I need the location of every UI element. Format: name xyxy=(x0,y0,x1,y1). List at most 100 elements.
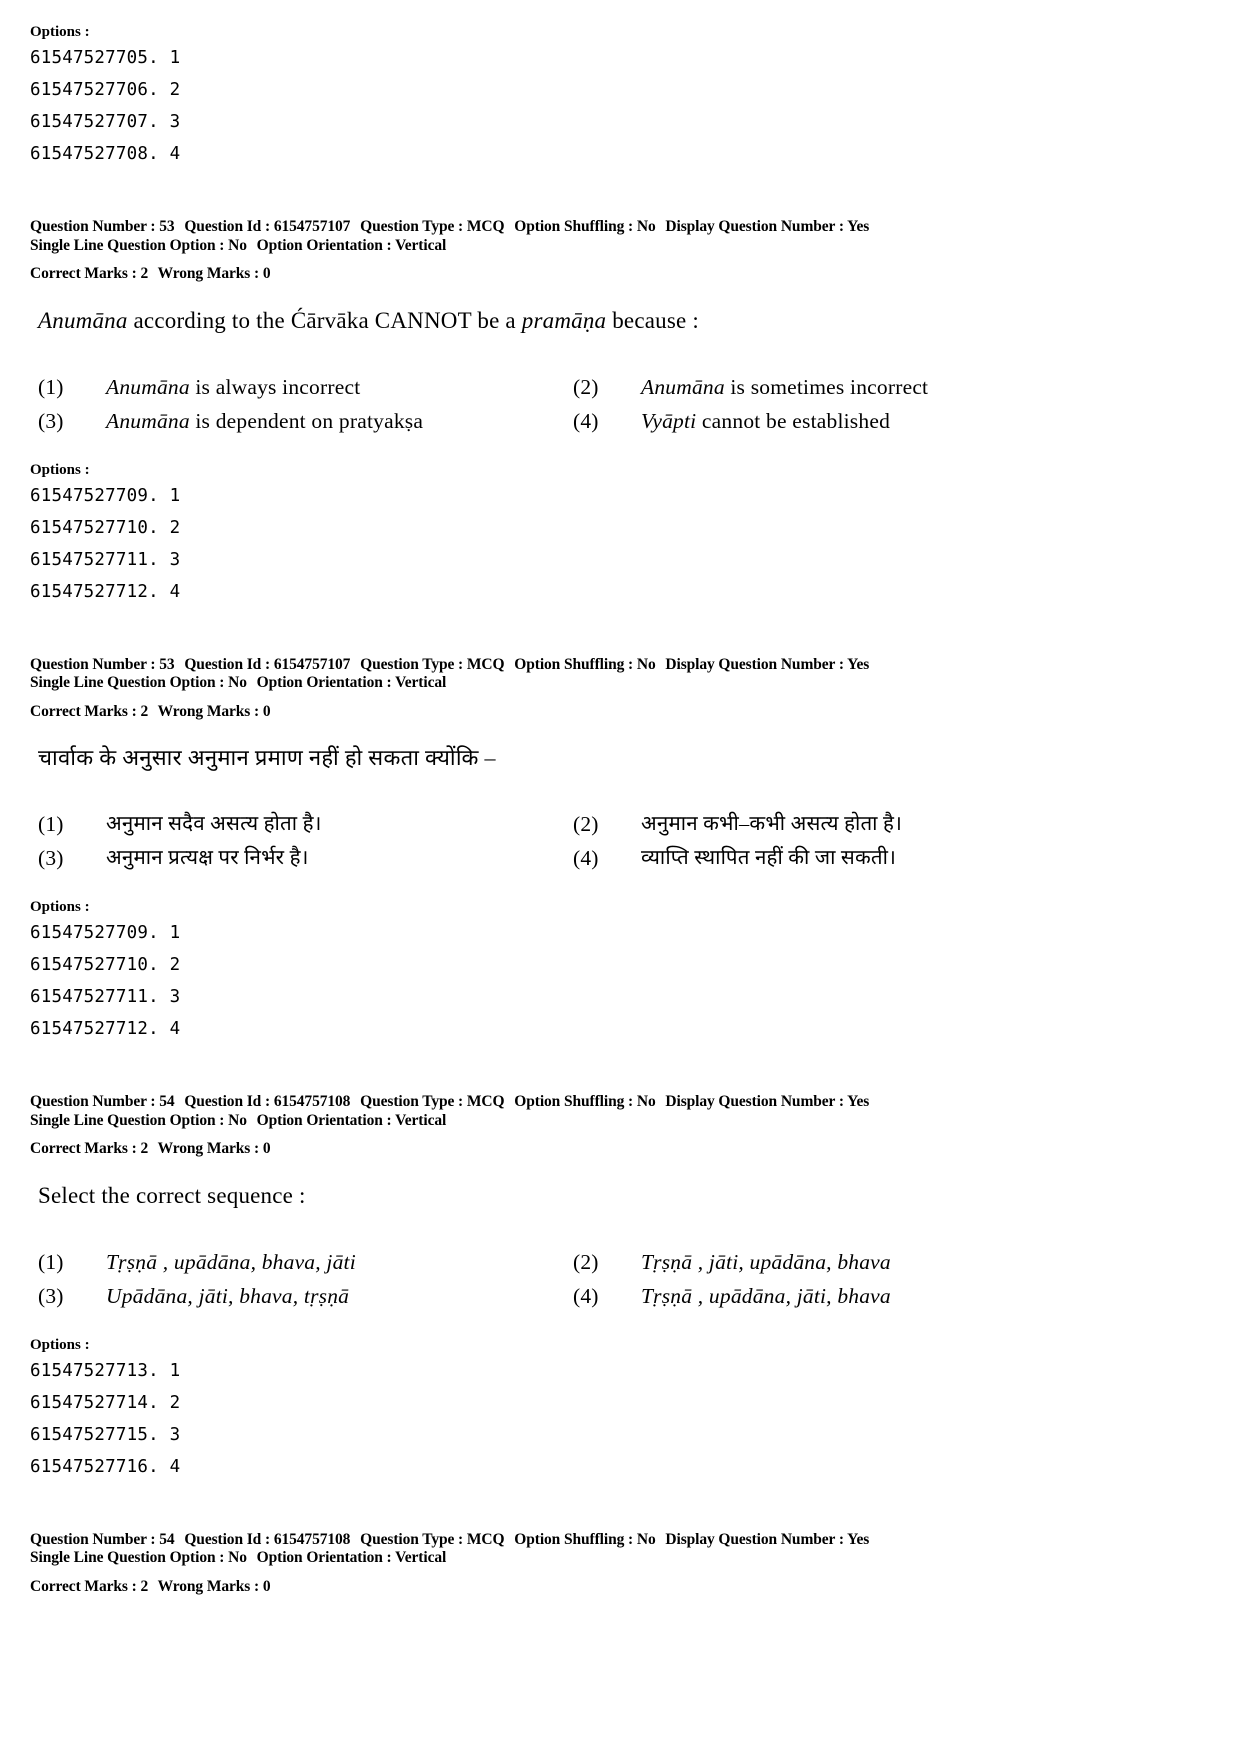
choice-number: (1) xyxy=(38,1249,64,1274)
question-block-54-english: Question Number : 54 Question Id : 61547… xyxy=(30,1093,1184,1483)
meta-value-option-orientation: Vertical xyxy=(395,674,447,691)
meta-label-display-question-number: Display Question Number : xyxy=(665,655,844,673)
answer-choice-2[interactable]: (2) Tṛṣṇā , jāti, upādāna, bhava xyxy=(573,1245,1028,1279)
meta-value-single-line-question-option: No xyxy=(228,1111,247,1129)
meta-value-option-shuffling: No xyxy=(636,1530,656,1548)
question-meta-line-1: Question Number : 54 Question Id : 61547… xyxy=(30,1531,1184,1550)
answer-choice-3[interactable]: (3) Upādāna, jāti, bhava, tṛṣṇā xyxy=(38,1279,573,1313)
choice-number: (2) xyxy=(573,374,599,399)
meta-value-question-number: 54 xyxy=(159,1530,175,1548)
meta-label-option-shuffling: Option Shuffling : xyxy=(514,1530,634,1548)
option-id: 61547527713. 1 xyxy=(30,1360,181,1381)
meta-value-question-id: 6154757108 xyxy=(273,1093,351,1110)
answer-choice-3[interactable]: (3) अनुमान प्रत्यक्ष पर निर्भर है। xyxy=(38,841,573,875)
stem-text-tail: because : xyxy=(606,307,699,333)
question-stem: Select the correct sequence : xyxy=(38,1182,306,1208)
option-id: 61547527712. 4 xyxy=(30,581,181,602)
meta-label-question-number: Question Number : xyxy=(30,1530,156,1548)
meta-value-option-shuffling: No xyxy=(636,1093,656,1110)
answer-choices: (1) अनुमान सदैव असत्य होता है। (2) अनुमा… xyxy=(38,807,1038,875)
question-meta-line-2: Single Line Question Option : No Option … xyxy=(30,1112,1184,1131)
choice-rest: is dependent on pratyakṣa xyxy=(189,408,424,433)
answer-choice-4[interactable]: (4) Vyāpti cannot be established xyxy=(573,404,1028,438)
option-id: 61547527710. 2 xyxy=(30,955,181,975)
option-id: 61547527706. 2 xyxy=(30,80,181,100)
choice-row: (3) अनुमान प्रत्यक्ष पर निर्भर है। (4) व… xyxy=(38,841,1038,875)
choice-rest: is sometimes incorrect xyxy=(724,374,929,399)
meta-label-wrong-marks: Wrong Marks : xyxy=(157,1140,260,1157)
meta-value-option-orientation: Vertical xyxy=(395,236,447,254)
meta-value-option-orientation: Vertical xyxy=(395,1549,447,1566)
meta-value-display-question-number: Yes xyxy=(847,218,870,235)
meta-label-option-shuffling: Option Shuffling : xyxy=(514,218,634,235)
option-id: 61547527711. 3 xyxy=(30,987,181,1007)
option-id: 61547527708. 4 xyxy=(30,144,181,164)
answer-choice-1[interactable]: (1) Tṛṣṇā , upādāna, bhava, jāti xyxy=(38,1245,573,1279)
choice-text: Anumāna is sometimes incorrect xyxy=(641,370,1028,404)
choice-text: Tṛṣṇā , upādāna, bhava, jāti xyxy=(106,1249,356,1274)
options-heading: Options : xyxy=(30,461,90,478)
meta-value-display-question-number: Yes xyxy=(847,1093,870,1110)
meta-value-display-question-number: Yes xyxy=(847,1530,870,1548)
meta-value-wrong-marks: 0 xyxy=(262,1140,271,1157)
meta-label-display-question-number: Display Question Number : xyxy=(665,218,844,235)
meta-label-option-orientation: Option Orientation : xyxy=(256,674,392,691)
choice-text: व्याप्ति स्थापित नहीं की जा सकती। xyxy=(641,847,897,869)
meta-value-question-number: 53 xyxy=(159,655,175,673)
answer-choice-1[interactable]: (1) अनुमान सदैव असत्य होता है। xyxy=(38,807,573,841)
question-stem: Anumāna according to the Ćārvāka CANNOT … xyxy=(38,306,1184,336)
choice-text: Upādāna, jāti, bhava, tṛṣṇā xyxy=(106,1283,350,1308)
meta-value-wrong-marks: 0 xyxy=(262,702,271,720)
choice-italic-term: Vyāpti xyxy=(641,408,697,433)
meta-value-single-line-question-option: No xyxy=(228,236,247,254)
meta-value-single-line-question-option: No xyxy=(228,1549,247,1566)
choice-number: (3) xyxy=(38,846,64,870)
question-meta-line-1: Question Number : 54 Question Id : 61547… xyxy=(30,1093,1184,1112)
question-meta-line-2: Single Line Question Option : No Option … xyxy=(30,674,1184,693)
answer-choice-1[interactable]: (1) Anumāna is always incorrect xyxy=(38,370,573,404)
question-block-54-hindi: Question Number : 54 Question Id : 61547… xyxy=(30,1531,1184,1597)
choice-rest: cannot be established xyxy=(696,408,891,433)
choice-number: (4) xyxy=(573,1283,599,1308)
meta-label-question-type: Question Type : xyxy=(360,1530,464,1548)
meta-label-option-orientation: Option Orientation : xyxy=(256,236,392,254)
answer-choice-2[interactable]: (2) Anumāna is sometimes incorrect xyxy=(573,370,1028,404)
meta-label-wrong-marks: Wrong Marks : xyxy=(157,265,260,282)
exam-answer-key-page: Options : 61547527705. 1 61547527706. 2 … xyxy=(0,0,1240,1596)
meta-label-single-line-question-option: Single Line Question Option : xyxy=(30,1549,225,1566)
option-id: 61547527711. 3 xyxy=(30,549,181,570)
answer-choice-4[interactable]: (4) व्याप्ति स्थापित नहीं की जा सकती। xyxy=(573,841,1028,875)
option-id: 61547527707. 3 xyxy=(30,112,181,132)
choice-number: (4) xyxy=(573,408,599,433)
meta-label-correct-marks: Correct Marks : xyxy=(30,1140,137,1157)
choice-rest: is always incorrect xyxy=(189,374,361,399)
meta-value-question-id: 6154757108 xyxy=(273,1530,351,1548)
meta-value-correct-marks: 2 xyxy=(140,1140,149,1157)
marks-line: Correct Marks : 2 Wrong Marks : 0 xyxy=(30,1578,1184,1597)
meta-value-correct-marks: 2 xyxy=(140,702,149,720)
choice-row: (3) Anumāna is dependent on pratyakṣa (4… xyxy=(38,404,1038,438)
meta-value-display-question-number: Yes xyxy=(847,655,870,673)
meta-label-correct-marks: Correct Marks : xyxy=(30,1577,137,1595)
choice-text: Anumāna is dependent on pratyakṣa xyxy=(106,404,573,438)
answer-choice-2[interactable]: (2) अनुमान कभी–कभी असत्य होता है। xyxy=(573,807,1028,841)
answer-choice-3[interactable]: (3) Anumāna is dependent on pratyakṣa xyxy=(38,404,573,438)
meta-label-display-question-number: Display Question Number : xyxy=(665,1093,844,1110)
option-id: 61547527710. 2 xyxy=(30,517,181,538)
answer-choice-4[interactable]: (4) Tṛṣṇā , upādāna, jāti, bhava xyxy=(573,1279,1028,1313)
meta-value-wrong-marks: 0 xyxy=(262,1577,271,1595)
meta-label-question-number: Question Number : xyxy=(30,1093,156,1110)
question-block-53-hindi: Question Number : 53 Question Id : 61547… xyxy=(30,656,1184,1046)
meta-label-question-id: Question Id : xyxy=(184,1530,271,1548)
option-id: 61547527709. 1 xyxy=(30,923,181,943)
choice-text: अनुमान कभी–कभी असत्य होता है। xyxy=(641,813,903,835)
choice-text: Anumāna is always incorrect xyxy=(106,370,573,404)
meta-label-question-id: Question Id : xyxy=(184,655,271,673)
